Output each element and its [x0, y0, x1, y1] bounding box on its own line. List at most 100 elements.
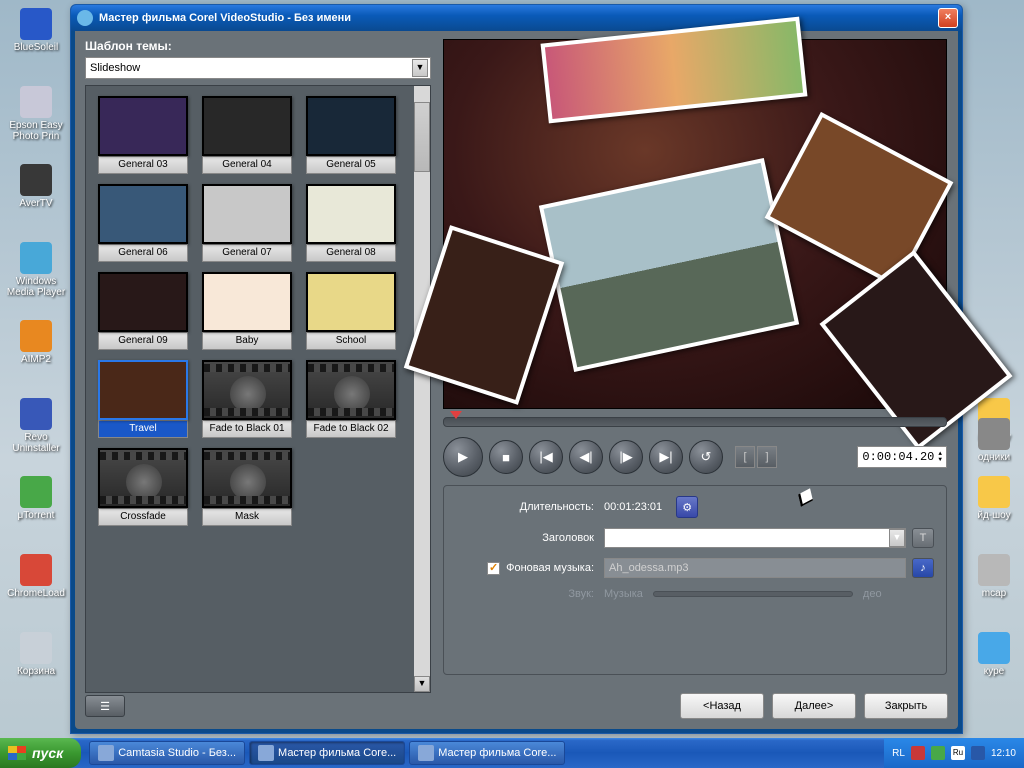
window-title: Мастер фильма Corel VideoStudio - Без им…: [99, 12, 351, 24]
system-tray: RL Ru 12:10: [884, 738, 1024, 768]
desktop-icon-label: AverTV: [6, 198, 66, 209]
desktop-icon[interactable]: Windows Media Player: [6, 242, 66, 298]
desktop-icon-label: одники: [964, 452, 1024, 463]
template-thumbnail: [98, 360, 188, 420]
desktop-icon[interactable]: ChromeLoad: [6, 554, 66, 599]
template-item[interactable]: School: [306, 272, 396, 350]
bgmusic-field[interactable]: Ah_odessa.mp3: [604, 558, 906, 578]
storyboard-icon[interactable]: ☰: [85, 695, 125, 717]
frame-back-button[interactable]: ◀|: [569, 440, 603, 474]
frame-forward-button[interactable]: |▶: [609, 440, 643, 474]
desktop-icon-label: Epson Easy Photo Prin: [6, 120, 66, 142]
taskbar-button[interactable]: Camtasia Studio - Без...: [89, 741, 245, 765]
playhead-icon[interactable]: [450, 411, 462, 419]
template-thumbnail: [202, 184, 292, 244]
template-item[interactable]: Fade to Black 01: [202, 360, 292, 438]
preview-image: [444, 40, 946, 408]
sound-music-label: Музыка: [604, 588, 643, 600]
window-body: Шаблон темы: Slideshow ▼ General 03Gener…: [75, 31, 958, 729]
taskbar-button[interactable]: Мастер фильма Core...: [409, 741, 565, 765]
template-caption: General 03: [98, 156, 188, 174]
app-icon: [978, 476, 1010, 508]
title-edit-button[interactable]: T: [912, 528, 934, 548]
taskbar-button[interactable]: Мастер фильма Core...: [249, 741, 405, 765]
bgmusic-value: Ah_odessa.mp3: [609, 559, 689, 577]
desktop-icon[interactable]: AverTV: [6, 164, 66, 209]
close-button[interactable]: ×: [938, 8, 958, 28]
repeat-button[interactable]: ↺: [689, 440, 723, 474]
app-icon: [978, 554, 1010, 586]
desktop-icon[interactable]: μTorrent: [6, 476, 66, 521]
timecode-value: 0:00:04.20: [862, 450, 934, 464]
template-item[interactable]: Travel: [98, 360, 188, 438]
clock[interactable]: 12:10: [991, 748, 1016, 759]
template-caption: General 04: [202, 156, 292, 174]
start-button[interactable]: пуск: [0, 738, 81, 768]
back-button[interactable]: <Назад: [680, 693, 764, 719]
scrub-track[interactable]: [443, 417, 947, 427]
template-item[interactable]: Baby: [202, 272, 292, 350]
template-item[interactable]: Fade to Black 02: [306, 360, 396, 438]
desktop-icon[interactable]: куре: [964, 632, 1024, 677]
bgmusic-checkbox[interactable]: ✓: [487, 562, 500, 575]
desktop-icon[interactable]: Корзина: [6, 632, 66, 677]
mark-out-button[interactable]: ]: [757, 446, 777, 468]
scrollbar-thumb[interactable]: [414, 102, 430, 172]
template-caption: Travel: [98, 420, 188, 438]
template-thumbnail: [98, 96, 188, 156]
next-button[interactable]: Далее>: [772, 693, 856, 719]
settings-icon[interactable]: ⚙: [676, 496, 698, 518]
template-item[interactable]: General 08: [306, 184, 396, 262]
title-select[interactable]: ▼: [604, 528, 906, 548]
bgmusic-browse-button[interactable]: ♪: [912, 558, 934, 578]
scrubber[interactable]: [443, 413, 947, 431]
desktop-icon[interactable]: mcap: [964, 554, 1024, 599]
template-caption: General 05: [306, 156, 396, 174]
lang-indicator[interactable]: RL: [892, 748, 905, 759]
template-category-select[interactable]: Slideshow ▼: [85, 57, 431, 79]
tray-icon[interactable]: [911, 746, 925, 760]
timecode-stepper[interactable]: ▲▼: [938, 451, 942, 463]
template-item[interactable]: Mask: [202, 448, 292, 526]
tray-icon[interactable]: [971, 746, 985, 760]
cursor-icon: [800, 490, 814, 510]
template-item[interactable]: General 05: [306, 96, 396, 174]
template-caption: Baby: [202, 332, 292, 350]
sound-video-label: део: [863, 588, 882, 600]
timecode-display[interactable]: 0:00:04.20 ▲▼: [857, 446, 947, 468]
titlebar[interactable]: Мастер фильма Corel VideoStudio - Без им…: [71, 5, 962, 31]
tray-icon[interactable]: [931, 746, 945, 760]
desktop-icon[interactable]: Epson Easy Photo Prin: [6, 86, 66, 142]
desktop-icon-label: Revo Uninstaller: [6, 432, 66, 454]
template-caption: Fade to Black 01: [202, 420, 292, 438]
desktop-icon[interactable]: Revo Uninstaller: [6, 398, 66, 454]
desktop-icon-label: Windows Media Player: [6, 276, 66, 298]
desktop-icon-label: mcap: [964, 588, 1024, 599]
app-icon: [20, 164, 52, 196]
template-item[interactable]: Crossfade: [98, 448, 188, 526]
template-item[interactable]: General 04: [202, 96, 292, 174]
template-item[interactable]: General 07: [202, 184, 292, 262]
mark-in-button[interactable]: [: [735, 446, 755, 468]
desktop-icon[interactable]: одники: [964, 418, 1024, 463]
template-item[interactable]: General 09: [98, 272, 188, 350]
chevron-down-icon[interactable]: ▼: [889, 529, 905, 547]
playback-controls: ▶ ■ |◀ ◀| |▶ ▶| ↺ [ ] 0:00:04.20 ▲▼: [443, 435, 947, 479]
stop-button[interactable]: ■: [489, 440, 523, 474]
sound-mix-slider: [653, 591, 853, 597]
close-button[interactable]: Закрыть: [864, 693, 948, 719]
lang-indicator-2[interactable]: Ru: [951, 746, 965, 760]
play-button[interactable]: ▶: [443, 437, 483, 477]
scrollbar-track[interactable]: [414, 86, 430, 692]
next-button[interactable]: ▶|: [649, 440, 683, 474]
desktop-icon[interactable]: йд-шоу: [964, 476, 1024, 521]
template-category-value: Slideshow: [90, 62, 140, 74]
desktop-icon[interactable]: AIMP2: [6, 320, 66, 365]
sound-label: Звук:: [456, 588, 604, 600]
desktop-icon-label: AIMP2: [6, 354, 66, 365]
desktop-icon[interactable]: BlueSoleil: [6, 8, 66, 53]
template-item[interactable]: General 06: [98, 184, 188, 262]
chevron-down-icon[interactable]: ▼: [412, 59, 428, 77]
template-item[interactable]: General 03: [98, 96, 188, 174]
prev-button[interactable]: |◀: [529, 440, 563, 474]
